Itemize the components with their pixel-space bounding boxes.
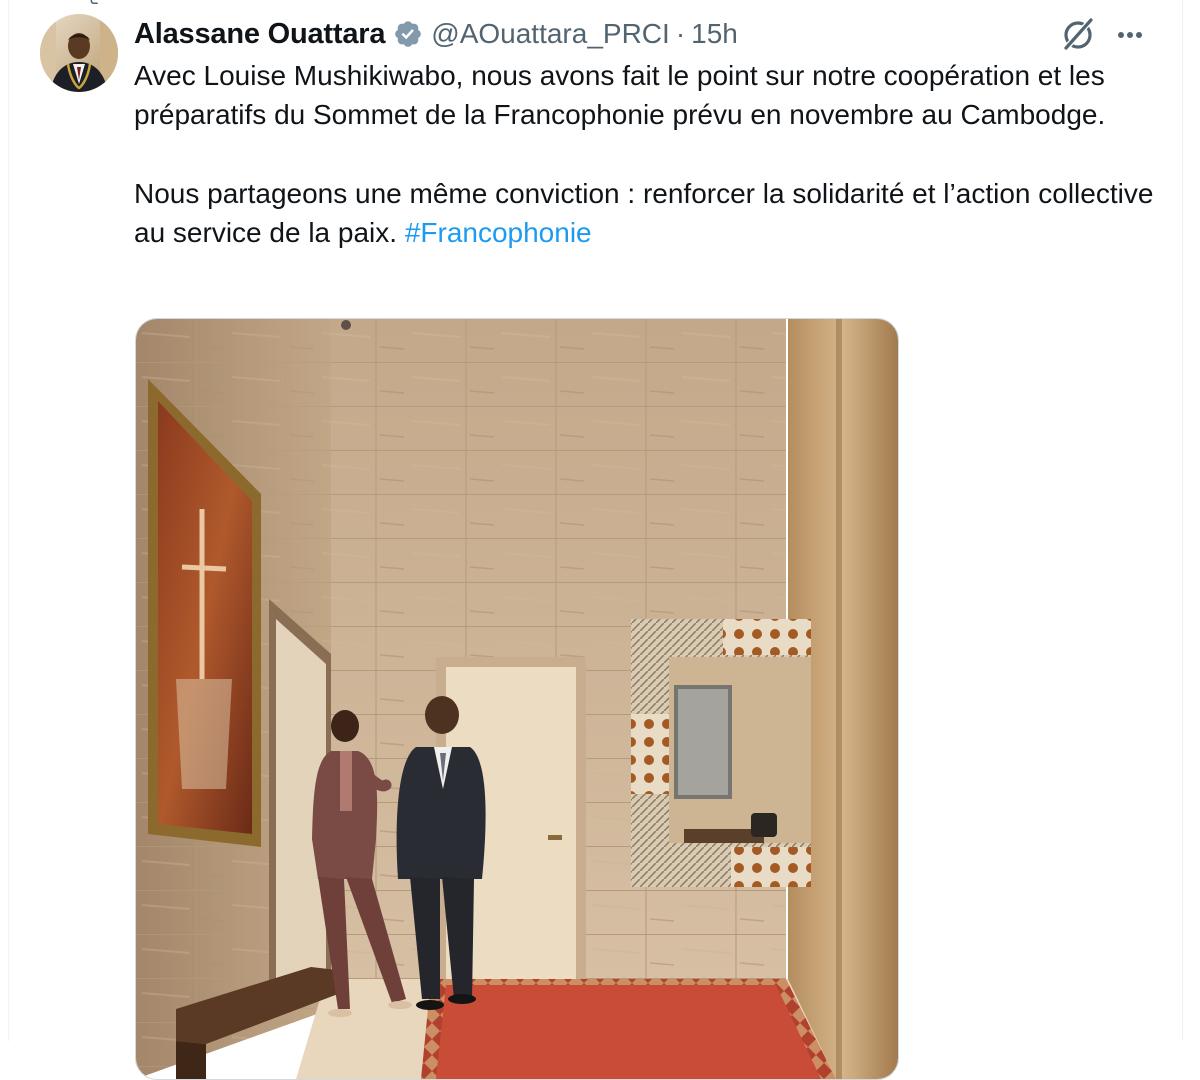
tweet-paragraph-2: Nous partageons une même conviction : re…	[134, 174, 1154, 253]
header-separator: ·	[675, 18, 686, 49]
author-name[interactable]: Alassane Ouattara	[134, 18, 385, 51]
tweet-text: Avec Louise Mushikiwabo, nous avons fait…	[134, 56, 1154, 252]
hashtag-link[interactable]: #Francophonie	[405, 217, 592, 248]
tweet-photo[interactable]	[135, 318, 899, 1080]
author-handle[interactable]: @AOuattara_PRCI	[431, 18, 670, 50]
author-avatar[interactable]	[40, 14, 118, 92]
social-context	[88, 0, 488, 8]
tweet-paragraph-2-text: Nous partageons une même conviction : re…	[134, 177, 1154, 248]
tweet-header: Alassane Ouattara @AOuattara_PRCI · 15h	[134, 14, 738, 54]
timeline-border-left	[8, 0, 9, 1041]
photo-illustration	[136, 319, 898, 1079]
tweet-paragraph-1: Avec Louise Mushikiwabo, nous avons fait…	[134, 60, 1106, 131]
timeline-border-right	[1182, 0, 1183, 1041]
more-options-icon[interactable]	[1110, 14, 1150, 54]
tweet-timestamp[interactable]: 15h	[691, 18, 738, 50]
verified-badge-icon[interactable]	[393, 19, 423, 49]
retweet-icon	[90, 0, 98, 4]
grok-icon[interactable]	[1058, 14, 1098, 54]
